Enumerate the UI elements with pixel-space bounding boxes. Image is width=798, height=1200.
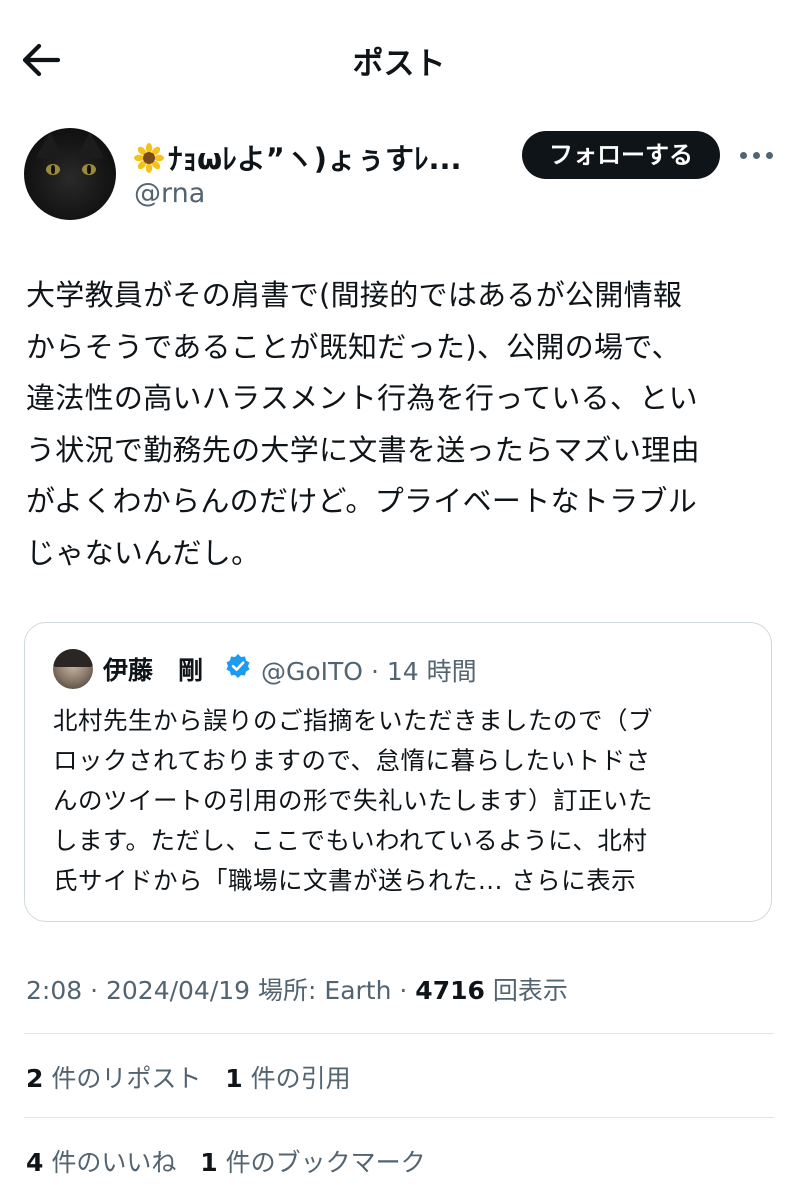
page-title: ポスト [352,46,446,82]
more-horizontal-icon [740,152,747,159]
post-text: 大学教員がその肩書で(間接的ではあるが公開情報 からそうであることが既知だった)… [26,278,700,570]
likes-count: 4 [26,1148,44,1177]
avatar[interactable] [24,128,116,220]
divider [24,1117,774,1118]
likes-link[interactable]: 4 件のいいね [26,1148,176,1177]
quoted-meta: @GoITO · 14 時間 [261,652,477,688]
repost-stats: 2 件のリポスト 1 件の引用 [26,1059,351,1095]
quoted-text: 北村先生から誤りのご指摘をいただきましたので（ブ ロックされておりますので、怠惰… [53,701,753,901]
more-horizontal-icon [766,152,773,159]
quotes-count: 1 [225,1064,243,1093]
likes-label: 件のいいね [51,1148,177,1177]
display-name-text: ﾅｮωﾚよ”ヽ)ょぅすﾚ... [168,142,462,176]
meta-separator: · [391,976,416,1005]
avatar-cat-ear [76,132,104,158]
follow-button[interactable]: フォローする [522,131,720,179]
quoted-display-name: 伊藤 剛 [103,656,204,685]
post-location: 場所: Earth [258,976,392,1005]
quotes-label: 件の引用 [250,1064,351,1093]
like-stats: 4 件のいいね 1 件のブックマーク [26,1143,426,1179]
quotes-link[interactable]: 1 件の引用 [225,1064,350,1093]
reposts-count: 2 [26,1064,44,1093]
post-time[interactable]: 2:08 [26,976,82,1005]
bookmarks-link[interactable]: 1 件のブックマーク [200,1148,425,1177]
username[interactable]: @rna [134,178,205,209]
avatar-cat-eye [82,164,96,175]
avatar-cat-eye [46,164,60,175]
avatar-cat-ear [36,132,64,158]
quoted-time: 14 時間 [386,657,477,686]
bookmarks-count: 1 [200,1148,218,1177]
quoted-handle: @GoITO [261,657,363,686]
more-horizontal-icon [753,152,760,159]
top-bar: ポスト [0,0,798,118]
reposts-label: 件のリポスト [51,1064,202,1093]
show-more-link[interactable]: さらに表示 [511,866,636,895]
views-label: 回表示 [492,976,568,1005]
post-meta: 2:08 · 2024/04/19 場所: Earth · 4716 回表示 [26,971,568,1007]
divider [24,1033,774,1034]
display-name[interactable]: ﾅｮωﾚよ”ヽ)ょぅすﾚ... [134,136,504,178]
quoted-avatar [53,649,93,689]
post-author: ﾅｮωﾚよ”ヽ)ょぅすﾚ... @rna フォローする [0,118,798,228]
views-count: 4716 [415,976,485,1005]
sunflower-icon [134,143,164,173]
verified-badge-icon [226,654,250,678]
quoted-avatar-hair [53,649,93,667]
post-date[interactable]: 2024/04/19 [106,976,250,1005]
quoted-separator: · [370,657,379,686]
meta-separator: · [82,976,106,1005]
more-options-button[interactable] [736,142,776,168]
bookmarks-label: 件のブックマーク [225,1148,426,1177]
reposts-link[interactable]: 2 件のリポスト [26,1064,201,1093]
quoted-post[interactable]: 伊藤 剛 @GoITO · 14 時間 北村先生から誤りのご指摘をいただきました… [24,622,772,922]
